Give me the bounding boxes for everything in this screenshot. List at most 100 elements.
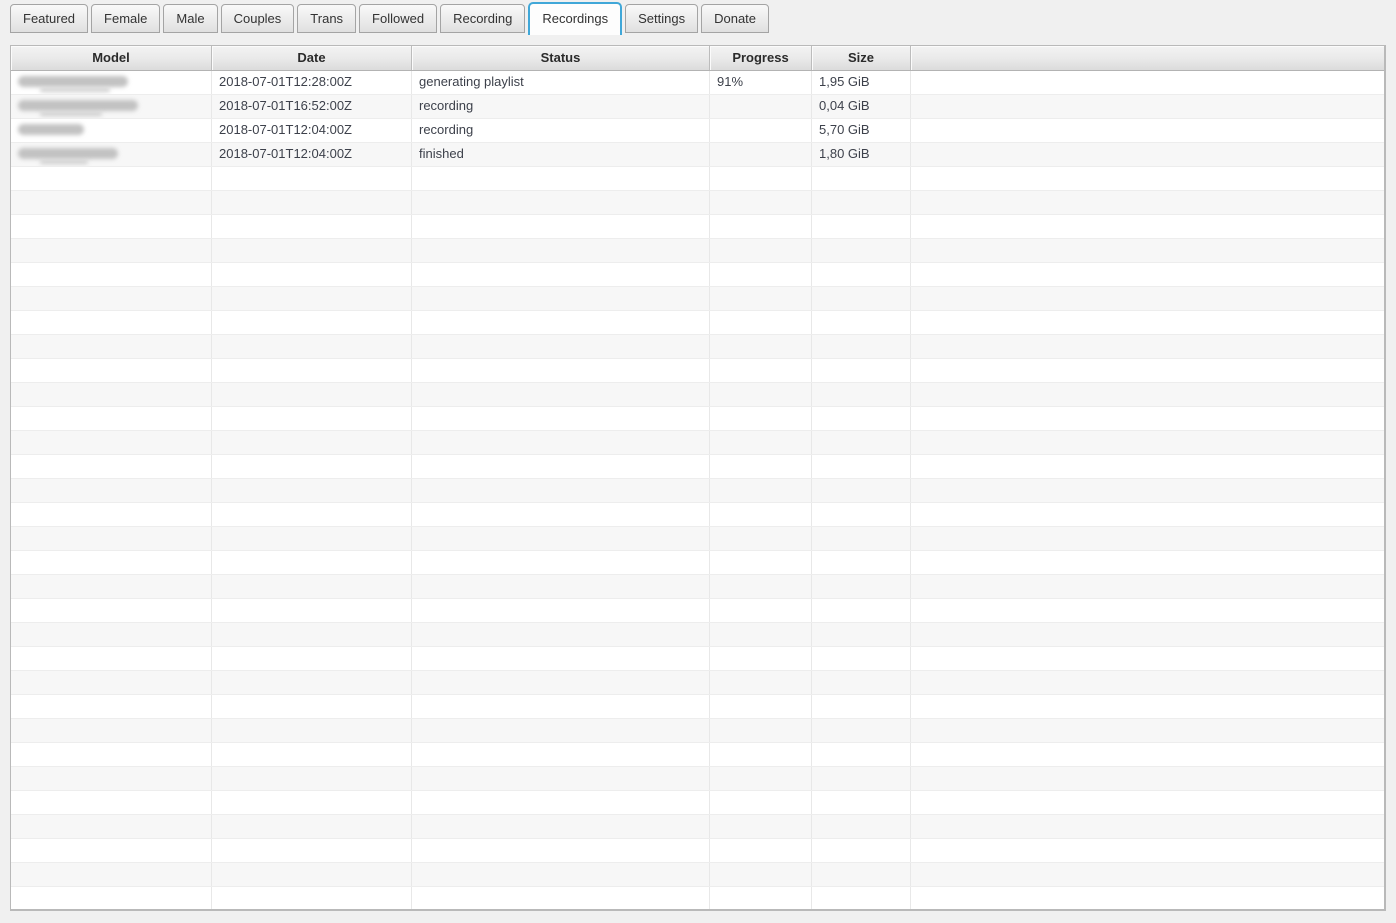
empty-cell <box>812 599 911 622</box>
empty-cell <box>11 191 212 214</box>
column-header-progress[interactable]: Progress <box>710 46 812 70</box>
empty-cell <box>11 335 212 358</box>
empty-cell <box>812 719 911 742</box>
empty-cell <box>812 359 911 382</box>
redacted-model-smudge <box>40 112 102 116</box>
tab-recording[interactable]: Recording <box>440 4 525 33</box>
tab-couples[interactable]: Couples <box>221 4 295 33</box>
empty-cell <box>11 215 212 238</box>
tab-featured[interactable]: Featured <box>10 4 88 33</box>
tab-donate[interactable]: Donate <box>701 4 769 33</box>
empty-cell <box>710 671 812 694</box>
tab-recordings[interactable]: Recordings <box>528 2 622 35</box>
filler-cell <box>911 191 1384 214</box>
filler-cell <box>911 359 1384 382</box>
column-header-size[interactable]: Size <box>812 46 911 70</box>
empty-cell <box>11 647 212 670</box>
table-row-empty <box>11 455 1384 479</box>
empty-cell <box>812 527 911 550</box>
filler-cell <box>911 311 1384 334</box>
table-row-empty <box>11 767 1384 791</box>
empty-cell <box>710 263 812 286</box>
filler-cell <box>911 527 1384 550</box>
table-row-empty <box>11 671 1384 695</box>
empty-cell <box>11 383 212 406</box>
redacted-model-name <box>18 76 128 87</box>
tab-bar: FeaturedFemaleMaleCouplesTransFollowedRe… <box>0 0 1396 38</box>
table-row-empty <box>11 335 1384 359</box>
empty-cell <box>812 815 911 838</box>
tab-followed[interactable]: Followed <box>359 4 437 33</box>
empty-cell <box>412 551 710 574</box>
column-header-status[interactable]: Status <box>412 46 710 70</box>
tab-female[interactable]: Female <box>91 4 160 33</box>
size-cell: 1,80 GiB <box>812 143 911 166</box>
filler-cell <box>911 791 1384 814</box>
table-row-empty <box>11 359 1384 383</box>
filler-cell <box>911 455 1384 478</box>
empty-cell <box>412 671 710 694</box>
status-cell: generating playlist <box>412 71 710 94</box>
recordings-table: ModelDateStatusProgressSize 2018-07-01T1… <box>10 45 1386 911</box>
empty-cell <box>212 503 412 526</box>
empty-cell <box>212 431 412 454</box>
tab-settings[interactable]: Settings <box>625 4 698 33</box>
empty-cell <box>212 575 412 598</box>
table-row[interactable]: 2018-07-01T12:04:00Zfinished1,80 GiB <box>11 143 1384 167</box>
progress-cell: 91% <box>710 71 812 94</box>
empty-cell <box>11 311 212 334</box>
filler-cell <box>911 95 1384 118</box>
table-row-empty <box>11 527 1384 551</box>
empty-cell <box>710 719 812 742</box>
filler-cell <box>911 383 1384 406</box>
empty-cell <box>412 527 710 550</box>
empty-cell <box>11 431 212 454</box>
empty-cell <box>412 647 710 670</box>
empty-cell <box>710 503 812 526</box>
empty-cell <box>710 311 812 334</box>
empty-cell <box>412 863 710 886</box>
filler-cell <box>911 143 1384 166</box>
model-cell <box>11 143 212 166</box>
table-row-empty <box>11 599 1384 623</box>
empty-cell <box>11 839 212 862</box>
empty-cell <box>11 887 212 910</box>
table-row-empty <box>11 743 1384 767</box>
empty-cell <box>11 527 212 550</box>
filler-cell <box>911 815 1384 838</box>
table-row-empty <box>11 863 1384 887</box>
model-cell <box>11 119 212 142</box>
column-header-model[interactable]: Model <box>11 46 212 70</box>
empty-cell <box>212 551 412 574</box>
table-row-empty <box>11 551 1384 575</box>
empty-cell <box>710 575 812 598</box>
empty-cell <box>812 167 911 190</box>
empty-cell <box>812 575 911 598</box>
model-cell <box>11 95 212 118</box>
table-row-empty <box>11 839 1384 863</box>
tab-male[interactable]: Male <box>163 4 217 33</box>
empty-cell <box>412 503 710 526</box>
table-row-empty <box>11 287 1384 311</box>
empty-cell <box>212 335 412 358</box>
empty-cell <box>212 695 412 718</box>
table-row[interactable]: 2018-07-01T16:52:00Zrecording0,04 GiB <box>11 95 1384 119</box>
empty-cell <box>412 743 710 766</box>
empty-cell <box>212 383 412 406</box>
table-row-empty <box>11 311 1384 335</box>
filler-cell <box>911 335 1384 358</box>
table-row[interactable]: 2018-07-01T12:04:00Zrecording5,70 GiB <box>11 119 1384 143</box>
empty-cell <box>710 839 812 862</box>
filler-cell <box>911 215 1384 238</box>
tab-trans[interactable]: Trans <box>297 4 356 33</box>
empty-cell <box>212 455 412 478</box>
table-row-empty <box>11 575 1384 599</box>
empty-cell <box>710 167 812 190</box>
empty-cell <box>412 191 710 214</box>
empty-cell <box>212 863 412 886</box>
table-row[interactable]: 2018-07-01T12:28:00Zgenerating playlist9… <box>11 71 1384 95</box>
status-cell: recording <box>412 95 710 118</box>
empty-cell <box>412 815 710 838</box>
empty-cell <box>212 887 412 910</box>
column-header-date[interactable]: Date <box>212 46 412 70</box>
